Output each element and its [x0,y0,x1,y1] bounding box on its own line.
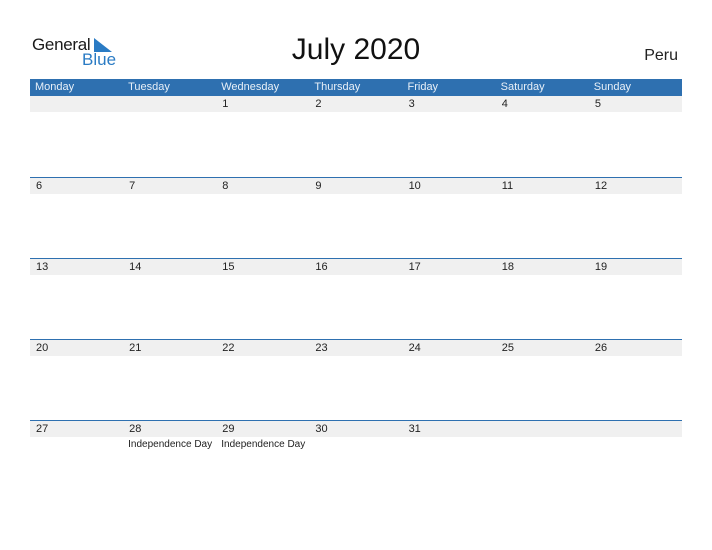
day-cell: 8 [216,177,309,258]
day-number: 12 [594,180,608,192]
day-cell: 16 [309,258,402,339]
calendar-title: July 2020 [291,33,421,66]
day-number: 22 [222,342,235,354]
day-cell: 13 [30,258,123,339]
day-cell [30,95,123,176]
week-row: 27 28 Independence Day 29 Independence Day 30… [30,420,682,501]
day-number: 29 [222,423,235,435]
day-number: 5 [594,98,601,110]
day-cell: 22 [216,339,309,420]
day-cell: 28 Independence Day [123,420,216,501]
day-cell: 14 [123,258,216,339]
weekday-header: Monday Tuesday Wednesday Thursday Friday… [30,79,682,96]
day-cell: 11 [496,177,589,258]
day-cell: 1 [216,95,309,176]
day-number: 18 [501,261,514,273]
day-number: 24 [408,342,421,354]
day-number: 31 [408,423,421,435]
day-cell [496,420,589,501]
day-number: 17 [408,261,421,273]
week-row: 6 7 8 9 10 11 12 [30,177,682,258]
day-cell: 24 [403,339,496,420]
day-number: 9 [315,180,322,192]
day-cell: 23 [309,339,402,420]
weekday-saturday: Saturday [500,81,545,93]
day-cell: 31 [403,420,496,501]
day-cell: 20 [30,339,123,420]
weekday-thursday: Thursday [314,81,361,93]
day-cell: 27 [30,420,123,501]
day-cell: 17 [403,258,496,339]
day-cell: 18 [496,258,589,339]
day-number: 10 [408,180,421,192]
weekday-wednesday: Wednesday [221,81,280,93]
day-number: 2 [315,98,322,110]
day-number: 25 [501,342,514,354]
day-cell: 7 [123,177,216,258]
day-number: 4 [501,98,508,110]
day-number: 14 [129,261,142,273]
day-number: 30 [315,423,328,435]
day-cell: 12 [589,177,682,258]
day-number: 20 [36,342,49,354]
weekday-friday: Friday [407,81,439,93]
day-number: 7 [129,180,136,192]
day-number: 15 [222,261,235,273]
day-cell: 6 [30,177,123,258]
day-cell [123,95,216,176]
week-row: 13 14 15 16 17 18 19 [30,258,682,339]
day-cell: 19 [589,258,682,339]
day-cell: 29 Independence Day [216,420,309,501]
day-cell: 25 [496,339,589,420]
day-number: 21 [129,342,142,354]
day-number: 1 [222,98,229,110]
day-cell: 4 [496,95,589,176]
day-number: 28 [129,423,142,435]
week-row: 1 2 3 4 5 [30,95,682,176]
day-cell [589,420,682,501]
day-number: 26 [594,342,608,354]
day-number: 8 [222,180,229,192]
day-cell: 26 [589,339,682,420]
day-number: 23 [315,342,328,354]
day-cell: 15 [216,258,309,339]
week-row: 20 21 22 23 24 25 26 [30,339,682,420]
day-cell: 30 [309,420,402,501]
day-number: 11 [501,180,514,192]
day-number: 6 [36,180,43,192]
day-number: 19 [594,261,608,273]
day-cell: 9 [309,177,402,258]
weekday-monday: Monday [35,81,75,93]
day-cell: 2 [309,95,402,176]
day-cell: 5 [589,95,682,176]
day-cell: 21 [123,339,216,420]
country-label: Peru [644,47,678,64]
weekday-tuesday: Tuesday [128,81,170,93]
day-cell: 10 [403,177,496,258]
day-number: 3 [408,98,415,110]
day-cell: 3 [403,95,496,176]
day-number: 27 [36,423,49,435]
day-number: 13 [36,261,49,273]
holiday-label: Independence Day [128,439,213,450]
holiday-label: Independence Day [221,439,306,450]
weekday-sunday: Sunday [593,81,632,93]
day-number: 16 [315,261,328,273]
